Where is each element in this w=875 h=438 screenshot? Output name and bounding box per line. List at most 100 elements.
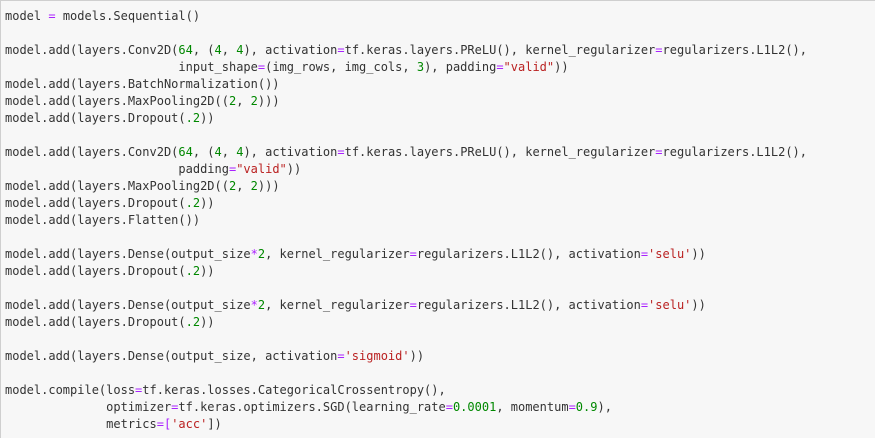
code-token: .2 <box>185 264 201 278</box>
code-token: ), activation <box>243 43 338 57</box>
code-token: = <box>655 145 663 159</box>
code-token: = <box>496 60 504 74</box>
code-token: ), padding <box>424 60 497 74</box>
code-token: (img_rows, img_cols, <box>265 60 417 74</box>
code-token: , <box>221 145 237 159</box>
code-token: models.Sequential() <box>55 9 201 23</box>
code-line: model.add(layers.Dense(output_size*2, ke… <box>5 246 807 263</box>
code-token: model.add(layers.Dense(output_size <box>5 247 251 261</box>
code-token: 'selu' <box>648 298 692 312</box>
code-token: model.add(layers.Dropout( <box>5 196 186 210</box>
code-token: .2 <box>185 196 201 210</box>
code-token: 3 <box>416 60 425 74</box>
code-token: )) <box>200 264 215 278</box>
code-token: = <box>337 43 345 57</box>
code-token: ]) <box>207 417 222 431</box>
code-token: = <box>409 298 417 312</box>
code-token: = <box>409 247 417 261</box>
code-token: = <box>48 9 56 23</box>
code-token: model.add(layers.Dense(output_size, acti… <box>5 349 338 363</box>
code-token: model.add(layers.Dropout( <box>5 264 186 278</box>
code-token: )) <box>409 349 425 363</box>
code-token: , <box>221 43 237 57</box>
code-line: model.add(layers.Dropout(.2)) <box>5 263 807 280</box>
code-token: = <box>156 417 164 431</box>
code-token: , kernel_regularizer <box>265 298 410 312</box>
code-token: .2 <box>185 111 201 125</box>
code-line: model = models.Sequential() <box>5 8 807 25</box>
code-token: optimizer <box>5 400 172 414</box>
code-token: * <box>250 247 258 261</box>
code-token: * <box>250 298 258 312</box>
code-token: = <box>640 247 649 261</box>
code-token: "valid" <box>503 60 555 74</box>
code-token: )) <box>286 162 302 176</box>
code-line: model.add(layers.Dropout(.2)) <box>5 110 807 127</box>
code-editor[interactable]: model = models.Sequential() model.add(lay… <box>5 8 807 433</box>
code-token: padding <box>5 162 229 176</box>
code-token: model.add(layers.MaxPooling2D(( <box>5 94 229 108</box>
code-cell[interactable]: model = models.Sequential() model.add(lay… <box>0 0 875 438</box>
code-line: model.add(layers.BatchNormalization()) <box>5 76 807 93</box>
code-token: 0.0001 <box>452 400 497 414</box>
code-token: tf.keras.optimizers.SGD(learning_rate <box>178 400 446 414</box>
code-token: , ( <box>192 43 215 57</box>
code-token: , momentum <box>496 400 569 414</box>
code-line: model.add(layers.MaxPooling2D((2, 2))) <box>5 178 807 195</box>
code-token: regularizers.L1L2(), activation <box>416 247 641 261</box>
code-token: model.add(layers.Conv2D( <box>5 43 179 57</box>
code-token: model.add(layers.Flatten()) <box>5 213 201 227</box>
code-token: , kernel_regularizer <box>265 247 410 261</box>
code-token: regularizers.L1L2(), <box>662 145 808 159</box>
code-token: ))) <box>257 179 280 193</box>
code-token: ))) <box>257 94 280 108</box>
code-token: 'selu' <box>648 247 692 261</box>
code-token: input_shape <box>5 60 258 74</box>
code-token: )) <box>691 247 706 261</box>
code-token: regularizers.L1L2(), <box>662 43 808 57</box>
code-line: model.compile(loss=tf.keras.losses.Categ… <box>5 382 807 399</box>
code-token: )) <box>691 298 706 312</box>
code-token: .2 <box>185 315 201 329</box>
code-token: , ( <box>192 145 215 159</box>
code-token: = <box>445 400 453 414</box>
code-token: 'sigmoid' <box>344 349 410 363</box>
code-token: , <box>236 94 251 108</box>
code-token: "valid" <box>236 162 287 176</box>
code-line: input_shape = (img_rows, img_cols, 3), pad… <box>5 59 807 76</box>
code-line: metrics=['acc']) <box>5 416 807 433</box>
code-token: model.add(layers.Dropout( <box>5 111 186 125</box>
code-token: 0.9 <box>575 400 598 414</box>
code-token: = <box>568 400 576 414</box>
code-line: optimizer=tf.keras.optimizers.SGD(learni… <box>5 399 807 416</box>
code-token: tf.keras.losses.CategoricalCrossentropy(… <box>142 383 446 397</box>
code-token: 4 <box>214 43 222 57</box>
code-token: = <box>655 43 663 57</box>
code-token: 64 <box>178 43 193 57</box>
code-token: )) <box>554 60 569 74</box>
code-token: model <box>5 9 49 23</box>
code-token: , <box>236 179 251 193</box>
code-token: )) <box>200 315 215 329</box>
code-token: model.add(layers.Conv2D( <box>5 145 179 159</box>
code-token: model.add(layers.MaxPooling2D(( <box>5 179 229 193</box>
code-token: 4 <box>214 145 222 159</box>
code-token: tf.keras.layers.PReLU(), kernel_regulari… <box>344 145 656 159</box>
code-token: = <box>640 298 649 312</box>
code-line: model.add(layers.Conv2D(64, (4, 4), acti… <box>5 42 807 59</box>
code-line: model.add(layers.MaxPooling2D((2, 2))) <box>5 93 807 110</box>
code-token: ), <box>597 400 612 414</box>
code-token: )) <box>200 111 215 125</box>
code-token: 2 <box>250 179 258 193</box>
code-line: model.add(layers.Conv2D(64, (4, 4), acti… <box>5 144 807 161</box>
code-token: model.add(layers.BatchNormalization()) <box>5 77 280 91</box>
code-token: 64 <box>178 145 193 159</box>
code-token: model.add(layers.Dropout( <box>5 315 186 329</box>
code-token: tf.keras.layers.PReLU(), kernel_regulari… <box>344 43 656 57</box>
